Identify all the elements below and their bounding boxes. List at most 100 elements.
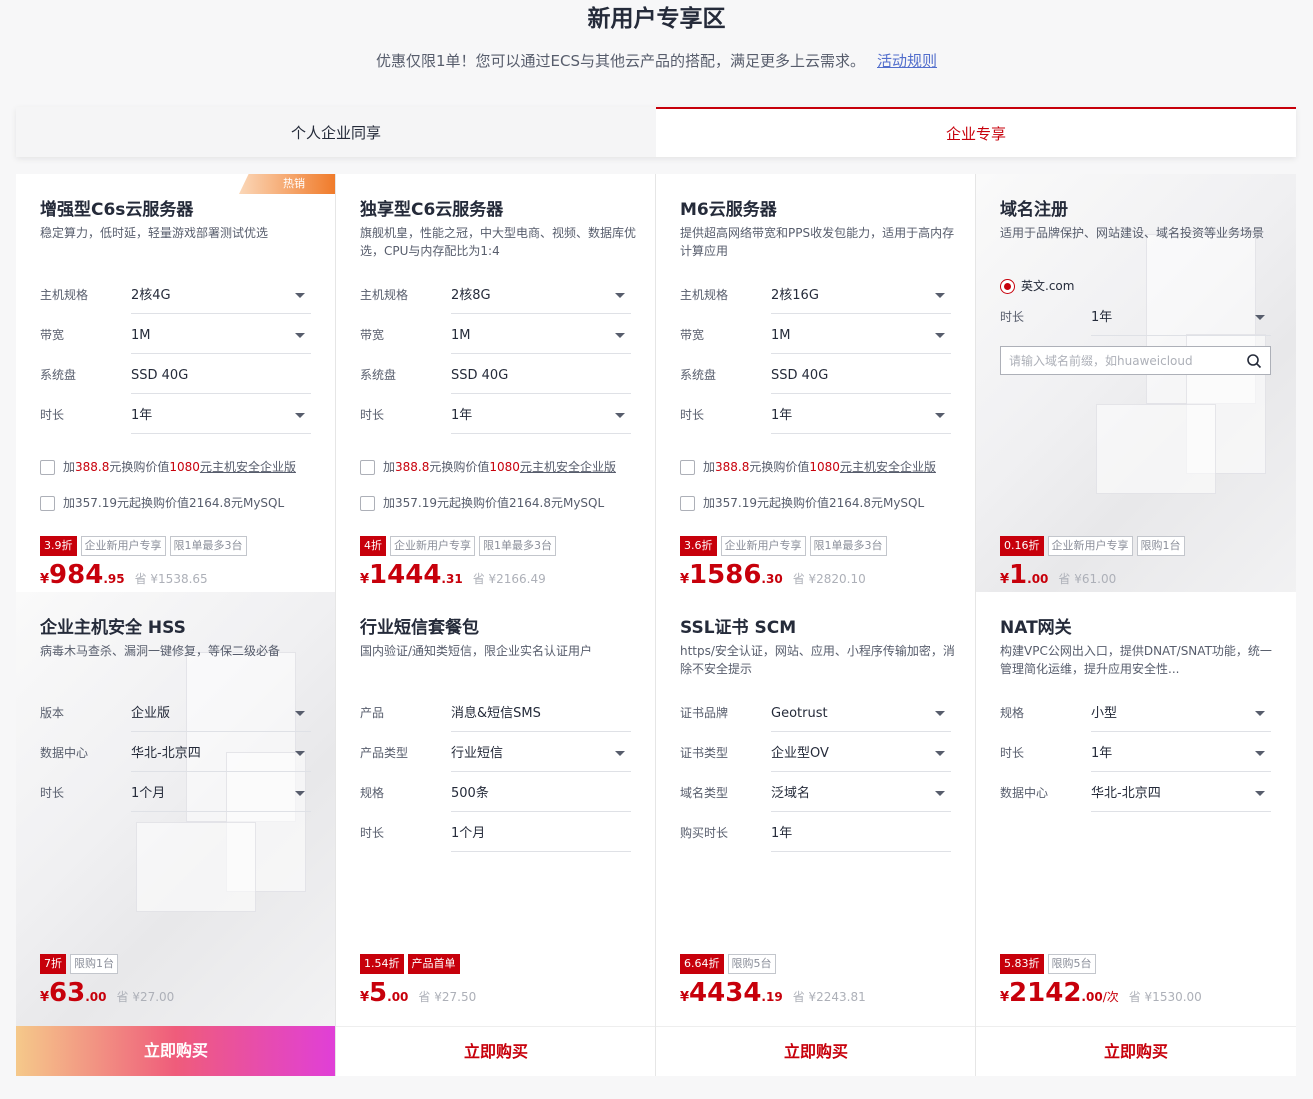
field-value-text: 1年 [131, 408, 153, 423]
limit-tag: 限1单最多3台 [809, 536, 887, 556]
field-select[interactable]: 行业短信 [451, 736, 631, 772]
field-value-text: 1M [131, 328, 151, 343]
field-select[interactable]: 华北-北京四 [1091, 776, 1271, 812]
discount-tag: 3.9折 [40, 536, 77, 556]
discount-tag: 5.83折 [1000, 954, 1044, 974]
product-card: 行业短信套餐包 国内验证/通知类短信，限企业实名认证用户 产品 消息&短信SMS 产品类… [336, 592, 656, 1076]
caret-down-icon [1255, 315, 1265, 320]
field-select[interactable]: 1年 [1091, 300, 1271, 336]
buy-now-button[interactable]: 立即购买 [336, 1026, 655, 1076]
limit-tag: 限1单最多3台 [169, 536, 247, 556]
caret-down-icon [295, 711, 305, 716]
field-select[interactable]: 2核4G [131, 278, 311, 314]
field-select[interactable]: 1M [771, 318, 951, 354]
tab-personal-enterprise[interactable]: 个人企业同享 [16, 107, 656, 157]
addon-price: 388.8 [75, 460, 110, 474]
field-select[interactable]: 1年 [131, 398, 311, 434]
checkbox[interactable] [680, 460, 695, 475]
product-desc: 国内验证/通知类短信，限企业实名认证用户 [360, 644, 593, 658]
field-value: 500条 [451, 776, 631, 812]
field-row: 系统盘 SSD 40G [360, 358, 631, 394]
field-select[interactable]: 1M [131, 318, 311, 354]
addon-mysql-text: 加357.19元起换购价值2164.8元MySQL [383, 496, 605, 510]
buy-now-button[interactable]: 立即购买 [16, 1026, 335, 1076]
saving-text: 省 ¥1530.00 [1128, 990, 1202, 1004]
field-select[interactable]: 1M [451, 318, 631, 354]
field-select[interactable]: 企业版 [131, 696, 311, 732]
field-row: 系统盘 SSD 40G [40, 358, 311, 394]
product-card: 域名注册适用于品牌保护、网站建设、域名投资等业务场景英文.com 时长 1年 0.16… [976, 174, 1296, 658]
checkbox[interactable] [680, 496, 695, 511]
field-value-text: 企业版 [131, 706, 171, 721]
tab-enterprise-only[interactable]: 企业专享 [656, 107, 1296, 157]
field-row: 域名类型 泛域名 [680, 776, 951, 812]
price-integer: 1444 [369, 560, 442, 590]
product-title: 企业主机安全 HSS [40, 618, 186, 638]
caret-down-icon [615, 293, 625, 298]
checkbox[interactable] [360, 496, 375, 511]
field-select[interactable]: 小型 [1091, 696, 1271, 732]
search-icon[interactable] [1246, 353, 1262, 369]
field-select[interactable]: 1年 [451, 398, 631, 434]
product-card: NAT网关 构建VPC公网出入口，提供DNAT/SNAT功能，统一管理简化运维，提… [976, 592, 1296, 1076]
field-value-text: 企业型OV [771, 746, 829, 761]
price: ¥1.00 省 ¥61.00 [1000, 560, 1116, 592]
field-row: 证书品牌 Geotrust [680, 696, 951, 732]
field-row: 产品类型 行业短信 [360, 736, 631, 772]
field-row: 带宽 1M [680, 318, 951, 354]
decorative-block [1096, 404, 1216, 494]
addon-mysql-option[interactable]: 加357.19元起换购价值2164.8元MySQL [360, 495, 650, 513]
field-select[interactable]: Geotrust [771, 696, 951, 732]
field-value: 1个月 [451, 816, 631, 852]
field-select[interactable]: 1年 [771, 398, 951, 434]
field-label: 时长 [1000, 746, 1025, 760]
field-label: 主机规格 [360, 288, 409, 302]
field-value-text: 小型 [1091, 706, 1118, 721]
field-value-text: 2核4G [131, 288, 171, 303]
field-row: 数据中心 华北-北京四 [1000, 776, 1271, 812]
domain-search-box [1000, 346, 1271, 375]
field-label: 时长 [360, 408, 385, 422]
radio-selected-icon[interactable] [1000, 279, 1015, 294]
field-label: 主机规格 [680, 288, 729, 302]
product-desc: https/安全认证，网站、应用、小程序传输加密，消除不安全提示 [680, 644, 955, 676]
tag-list: 3.9折 企业新用户专享 限1单最多3台 [40, 536, 247, 556]
field-select[interactable]: 华北-北京四 [131, 736, 311, 772]
addon-hss-option[interactable]: 加388.8元换购价值1080元主机安全企业版 [40, 459, 330, 477]
checkbox[interactable] [40, 460, 55, 475]
field-select[interactable]: 2核8G [451, 278, 631, 314]
addon-pre: 加 [63, 460, 76, 474]
domain-search-input[interactable] [1001, 347, 1231, 374]
domain-type-radio[interactable]: 英文.com [1000, 278, 1074, 294]
discount-tag: 0.16折 [1000, 536, 1044, 556]
buy-now-button[interactable]: 立即购买 [656, 1026, 975, 1076]
caret-down-icon [935, 293, 945, 298]
checkbox[interactable] [360, 460, 375, 475]
product-row-1: 热销 增强型C6s云服务器 稳定算力，低时延，轻量游戏部署测试优选 主机规格 2核4G 带… [16, 174, 1296, 658]
addon-post: 元主机安全企业版 [199, 460, 296, 474]
currency-symbol: ¥ [360, 572, 370, 587]
field-label: 时长 [1000, 310, 1025, 324]
buy-now-button[interactable]: 立即购买 [976, 1026, 1296, 1076]
addon-hss-option[interactable]: 加388.8元换购价值1080元主机安全企业版 [680, 459, 970, 477]
rules-link[interactable]: 活动规则 [877, 52, 937, 70]
field-select[interactable]: 2核16G [771, 278, 951, 314]
field-select[interactable]: 泛域名 [771, 776, 951, 812]
limit-tag: 企业新用户专享 [720, 536, 806, 556]
field-select[interactable]: 企业型OV [771, 736, 951, 772]
price-decimal: .30 [761, 572, 783, 586]
product-title: NAT网关 [1000, 618, 1072, 638]
addon-hss-option[interactable]: 加388.8元换购价值1080元主机安全企业版 [360, 459, 650, 477]
limit-tag: 限购5台 [1047, 954, 1096, 974]
field-row: 时长 1个月 [40, 776, 311, 812]
field-select[interactable]: 1年 [1091, 736, 1271, 772]
field-value-text: 1年 [1091, 746, 1113, 761]
field-select[interactable]: 1个月 [131, 776, 311, 812]
addon-mysql-option[interactable]: 加357.19元起换购价值2164.8元MySQL [680, 495, 970, 513]
checkbox[interactable] [40, 496, 55, 511]
field-label: 数据中心 [1000, 786, 1049, 800]
tag-list: 5.83折 限购5台 [1000, 954, 1096, 974]
field-row: 带宽 1M [40, 318, 311, 354]
addon-mysql-option[interactable]: 加357.19元起换购价值2164.8元MySQL [40, 495, 330, 513]
field-label: 系统盘 [680, 368, 717, 382]
